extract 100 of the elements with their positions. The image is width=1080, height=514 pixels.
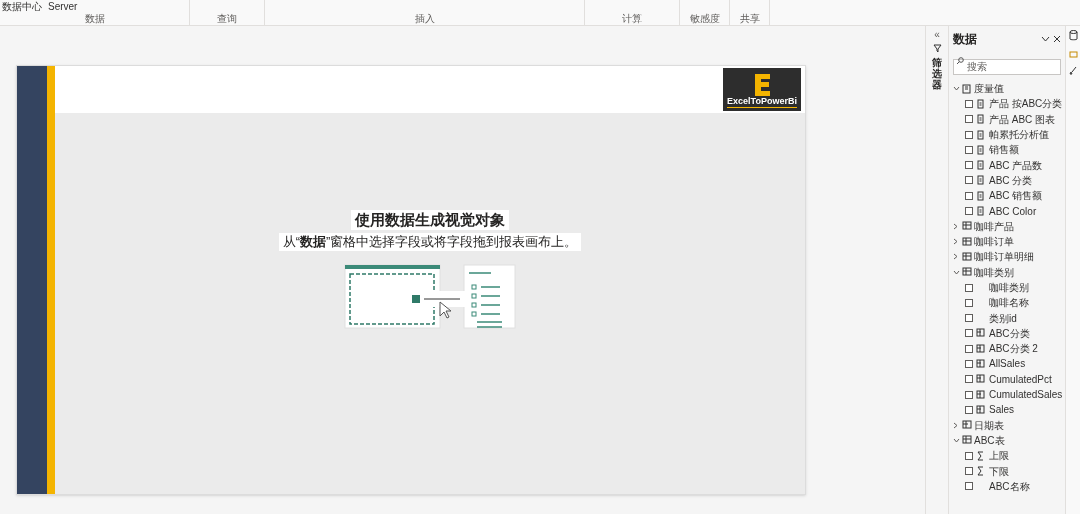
checkbox[interactable] [965,314,973,323]
field-name[interactable]: AllSales [989,358,1026,370]
brush-icon[interactable] [1068,66,1078,75]
checkbox[interactable] [965,451,973,460]
table-icon [976,343,986,354]
field-name[interactable]: 帕累托分析值 [989,129,1049,141]
checkbox[interactable] [965,467,973,476]
checkbox[interactable] [965,482,973,491]
table-icon [962,236,972,247]
ribbon-group-label: 数据 [84,13,105,24]
logo-text: ExcelToPowerBi [727,96,797,108]
search-icon [956,57,964,65]
table-icon [976,404,986,415]
table-name[interactable]: 咖啡订单 [974,236,1014,248]
calculator-icon [976,190,986,201]
checkbox[interactable] [965,390,973,399]
chevron-right-icon[interactable] [953,421,960,429]
chevron-right-icon[interactable] [953,253,960,261]
table-icon [976,328,986,339]
ribbon-group-label: 共享 [739,13,760,24]
letter-logo-icon [752,74,772,96]
chevron-down-icon[interactable] [953,86,960,92]
ribbon-group-label: 查询 [217,13,237,24]
table-name[interactable]: 度量值 [974,83,1004,95]
checkbox[interactable] [965,145,973,154]
field-name[interactable]: ABC分类 2 [989,343,1038,355]
table-icon [976,359,986,369]
calculator-icon [976,206,986,216]
field-name[interactable]: 类别id [989,312,1017,324]
sigma-icon [976,466,986,477]
checkbox[interactable] [965,115,973,124]
table-icon [976,374,986,385]
ribbon-item[interactable]: 数据中心 [2,1,42,12]
table-icon [976,389,986,400]
calculator-icon [976,114,986,125]
checkbox[interactable] [965,207,973,215]
calculator-icon [976,98,986,109]
checkbox[interactable] [965,161,973,170]
chevron-right-icon[interactable] [953,222,960,230]
calculator-icon [976,175,986,186]
placeholder-title: 使用数据生成视觉对象 [351,210,509,230]
table-icon [962,221,972,232]
checkbox[interactable] [965,329,973,338]
table-icon [962,251,972,262]
field-name[interactable]: ABC 销售额 [989,190,1043,202]
field-name[interactable]: 下限 [989,465,1009,477]
field-name[interactable]: ABC分类 [989,327,1030,339]
calculator-icon [976,144,986,155]
field-name[interactable]: 咖啡名称 [989,297,1029,309]
search-field[interactable]: 搜索 [953,58,1061,75]
field-name[interactable]: 产品 ABC 图表 [989,113,1056,125]
checkbox[interactable] [965,360,973,368]
checkbox[interactable] [965,283,973,292]
sigma-icon [976,450,986,461]
field-name[interactable]: ABC 产品数 [989,159,1043,171]
database-icon[interactable] [1068,30,1078,41]
field-name[interactable]: 上限 [989,450,1009,462]
table-name[interactable]: 咖啡产品 [974,220,1014,232]
field-name[interactable]: ABC 分类 [989,174,1033,186]
field-name[interactable]: CumulatedPct [989,373,1052,385]
chevron-down-icon[interactable] [953,437,960,443]
ribbon-item[interactable]: Server [48,1,78,12]
checkbox[interactable] [965,405,973,414]
funnel-icon [932,44,942,53]
checkbox[interactable] [965,191,973,200]
field-name[interactable]: ABC Color [989,205,1037,217]
field-name[interactable]: ABC名称 [989,480,1030,492]
table-name[interactable]: 日期表 [974,419,1004,431]
placeholder-text: 从“数据”窗格中选择字段或将字段拖到报表画布上。 [278,233,582,251]
table-name[interactable]: ABC表 [974,434,1005,446]
ribbon-group-label: 敏感度 [689,13,720,24]
table-icon [962,420,972,431]
chevron-down-icon[interactable] [953,269,960,275]
checkbox[interactable] [965,344,973,353]
ribbon-group-label: 插入 [414,13,435,24]
checkbox[interactable] [965,130,973,139]
calculator-icon [976,160,986,171]
table-name[interactable]: 咖啡类别 [974,266,1014,278]
field-name[interactable]: CumulatedSales [989,389,1063,401]
table-icon [962,267,972,278]
field-name[interactable]: 咖啡类别 [989,282,1029,293]
checkbox[interactable] [965,99,973,108]
field-name[interactable]: 销售额 [989,144,1019,156]
filters-tab[interactable]: « 筛选器 [925,26,948,514]
expand-icon[interactable]: « [934,30,940,40]
calculator-icon [962,83,972,94]
table-name[interactable]: 咖啡订单明细 [974,251,1034,263]
checkbox[interactable] [965,375,973,384]
field-name[interactable]: 产品 按ABC分类 [989,98,1063,110]
chevron-right-icon[interactable] [953,238,960,246]
table-icon [962,435,972,446]
calculator-icon [976,129,986,140]
field-name[interactable]: Sales [989,404,1014,416]
checkbox[interactable] [965,176,973,185]
filters-label: 筛选器 [932,57,942,90]
chevron-down-icon[interactable] [1041,35,1050,43]
ribbon-group-label: 计算 [622,13,642,24]
checkbox[interactable] [965,298,973,307]
close-icon[interactable] [1053,35,1061,43]
pane-title: 数据 [953,31,977,48]
